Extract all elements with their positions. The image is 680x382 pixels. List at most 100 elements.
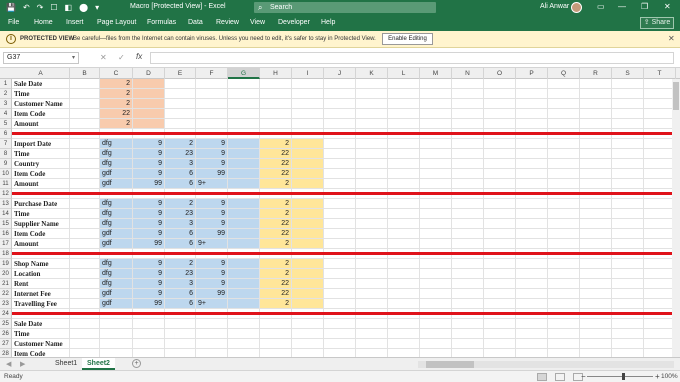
- row-header-5[interactable]: 5: [0, 119, 12, 129]
- cell-h20[interactable]: 2: [260, 269, 292, 279]
- row-header-11[interactable]: 11: [0, 179, 12, 189]
- zoom-out-icon[interactable]: −: [581, 372, 586, 381]
- zoom-slider[interactable]: [587, 376, 653, 377]
- cell-l27[interactable]: [388, 339, 420, 349]
- cell-r16[interactable]: [580, 229, 612, 239]
- cell-n1[interactable]: [452, 79, 484, 89]
- cell-f15[interactable]: 9: [196, 219, 228, 229]
- cell-d27[interactable]: [133, 339, 165, 349]
- cell-q23[interactable]: [548, 299, 580, 309]
- cell-q4[interactable]: [548, 109, 580, 119]
- column-header-h[interactable]: H: [260, 68, 292, 79]
- cell-b1[interactable]: [70, 79, 100, 89]
- cell-s23[interactable]: [612, 299, 644, 309]
- cell-o10[interactable]: [484, 169, 516, 179]
- column-header-t[interactable]: T: [644, 68, 676, 79]
- row-header-2[interactable]: 2: [0, 89, 12, 99]
- cell-a2[interactable]: Time: [12, 89, 70, 99]
- cell-d8[interactable]: 9: [133, 149, 165, 159]
- cell-q20[interactable]: [548, 269, 580, 279]
- cell-k17[interactable]: [356, 239, 388, 249]
- cell-d25[interactable]: [133, 319, 165, 329]
- cell-c1[interactable]: 2: [100, 79, 133, 89]
- cell-g14[interactable]: [228, 209, 260, 219]
- cell-e28[interactable]: [165, 349, 196, 357]
- cell-i23[interactable]: [292, 299, 324, 309]
- cell-o26[interactable]: [484, 329, 516, 339]
- cell-k26[interactable]: [356, 329, 388, 339]
- cell-m23[interactable]: [420, 299, 452, 309]
- cell-k22[interactable]: [356, 289, 388, 299]
- cell-e26[interactable]: [165, 329, 196, 339]
- cell-i11[interactable]: [292, 179, 324, 189]
- cell-k1[interactable]: [356, 79, 388, 89]
- cell-a28[interactable]: Item Code: [12, 349, 70, 357]
- cell-j10[interactable]: [324, 169, 356, 179]
- row-header-1[interactable]: 1: [0, 79, 12, 89]
- cell-f27[interactable]: [196, 339, 228, 349]
- cell-f9[interactable]: 9: [196, 159, 228, 169]
- row-header-16[interactable]: 16: [0, 229, 12, 239]
- cell-p2[interactable]: [516, 89, 548, 99]
- cell-o25[interactable]: [484, 319, 516, 329]
- formula-input[interactable]: [150, 52, 674, 64]
- cell-b3[interactable]: [70, 99, 100, 109]
- cell-b2[interactable]: [70, 89, 100, 99]
- cell-j14[interactable]: [324, 209, 356, 219]
- cell-m10[interactable]: [420, 169, 452, 179]
- cell-f20[interactable]: 9: [196, 269, 228, 279]
- cell-q13[interactable]: [548, 199, 580, 209]
- cell-m11[interactable]: [420, 179, 452, 189]
- cell-f8[interactable]: 9: [196, 149, 228, 159]
- cell-j16[interactable]: [324, 229, 356, 239]
- cell-q28[interactable]: [548, 349, 580, 357]
- row-header-10[interactable]: 10: [0, 169, 12, 179]
- cell-l28[interactable]: [388, 349, 420, 357]
- cell-j2[interactable]: [324, 89, 356, 99]
- column-header-r[interactable]: R: [580, 68, 612, 79]
- cell-r2[interactable]: [580, 89, 612, 99]
- cell-p16[interactable]: [516, 229, 548, 239]
- cell-h1[interactable]: [260, 79, 292, 89]
- user-avatar[interactable]: [571, 2, 582, 13]
- column-header-g[interactable]: G: [228, 68, 260, 79]
- cell-m25[interactable]: [420, 319, 452, 329]
- cell-d23[interactable]: 99: [133, 299, 165, 309]
- cell-p9[interactable]: [516, 159, 548, 169]
- cell-l15[interactable]: [388, 219, 420, 229]
- cell-n14[interactable]: [452, 209, 484, 219]
- cell-b17[interactable]: [70, 239, 100, 249]
- cell-a8[interactable]: Time: [12, 149, 70, 159]
- cell-m27[interactable]: [420, 339, 452, 349]
- cell-i28[interactable]: [292, 349, 324, 357]
- cell-i22[interactable]: [292, 289, 324, 299]
- cell-k14[interactable]: [356, 209, 388, 219]
- next-sheet-icon[interactable]: ▶: [20, 360, 25, 368]
- cell-s27[interactable]: [612, 339, 644, 349]
- cell-r21[interactable]: [580, 279, 612, 289]
- cell-r15[interactable]: [580, 219, 612, 229]
- cell-n10[interactable]: [452, 169, 484, 179]
- cell-g1[interactable]: [228, 79, 260, 89]
- cell-a9[interactable]: Country: [12, 159, 70, 169]
- cell-q19[interactable]: [548, 259, 580, 269]
- cell-k4[interactable]: [356, 109, 388, 119]
- cell-n9[interactable]: [452, 159, 484, 169]
- cell-s11[interactable]: [612, 179, 644, 189]
- cell-c16[interactable]: gdf: [100, 229, 133, 239]
- cell-o14[interactable]: [484, 209, 516, 219]
- cell-m4[interactable]: [420, 109, 452, 119]
- cell-d4[interactable]: [133, 109, 165, 119]
- cell-p1[interactable]: [516, 79, 548, 89]
- cell-n22[interactable]: [452, 289, 484, 299]
- cancel-icon[interactable]: ✕: [100, 53, 107, 62]
- row-header-12[interactable]: 12: [0, 189, 12, 199]
- cell-l20[interactable]: [388, 269, 420, 279]
- cell-c8[interactable]: dfg: [100, 149, 133, 159]
- cell-m2[interactable]: [420, 89, 452, 99]
- cell-c5[interactable]: 2: [100, 119, 133, 129]
- cell-n5[interactable]: [452, 119, 484, 129]
- cell-n4[interactable]: [452, 109, 484, 119]
- cell-q8[interactable]: [548, 149, 580, 159]
- cell-e9[interactable]: 3: [165, 159, 196, 169]
